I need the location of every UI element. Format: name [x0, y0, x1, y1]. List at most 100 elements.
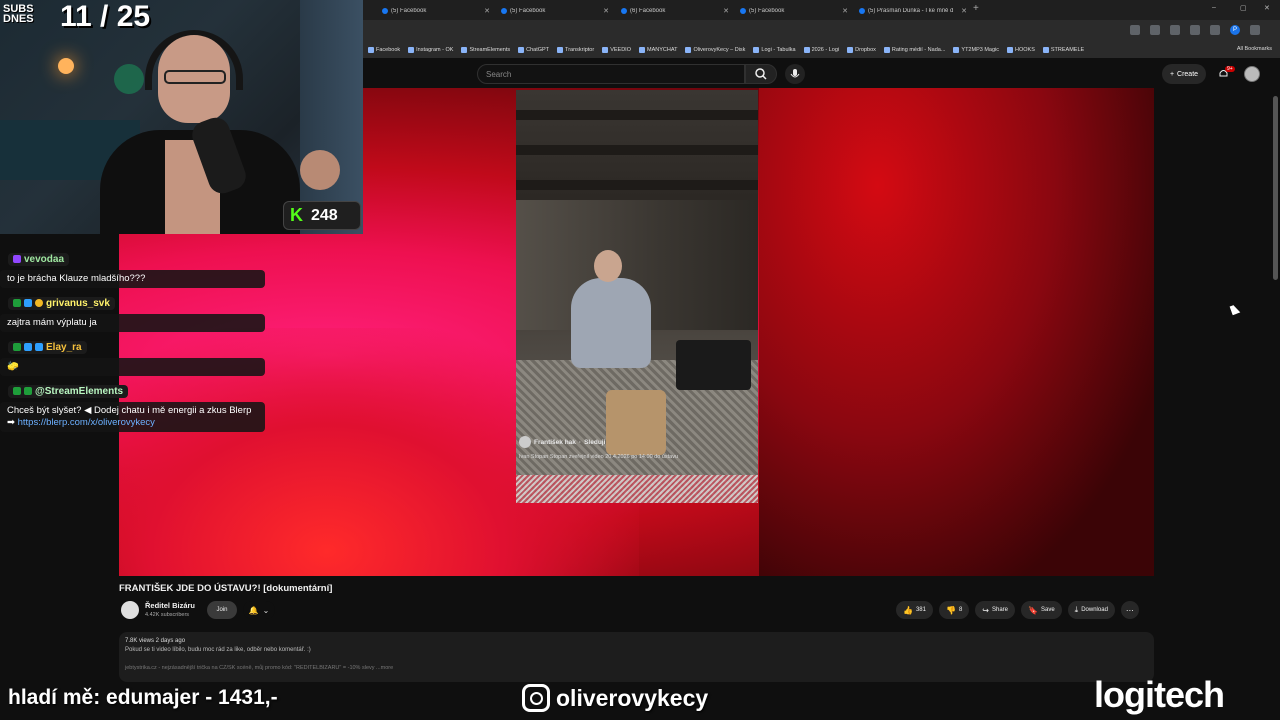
separator: ·: [578, 438, 582, 446]
share-button[interactable]: ↪ Share: [975, 601, 1016, 619]
browser-tab[interactable]: (6) Facebook ✕: [617, 3, 733, 18]
bookmark[interactable]: StreamElements: [461, 47, 510, 53]
bookmark[interactable]: STREAMELE: [1042, 47, 1085, 53]
close-tab-icon[interactable]: ✕: [961, 7, 967, 15]
chat-username: vevodaa: [8, 252, 70, 266]
bookmark[interactable]: HOOKS: [1007, 47, 1035, 53]
join-button[interactable]: Join: [207, 601, 237, 619]
bookmark-icon: [1042, 47, 1049, 53]
kick-viewer-count: K 248: [283, 201, 361, 230]
bookmark-label: ChatGPT: [526, 47, 550, 53]
star-icon[interactable]: [1170, 25, 1180, 35]
close-tab-icon[interactable]: ✕: [603, 7, 609, 15]
tab-label: (5) Facebook: [510, 7, 546, 14]
minimize-icon[interactable]: –: [1212, 4, 1216, 11]
bookmark[interactable]: 2026 - Logi: [803, 47, 839, 53]
facebook-icon: [859, 7, 865, 14]
search-input[interactable]: Search: [477, 64, 745, 84]
account-avatar[interactable]: [1244, 66, 1260, 82]
like-button[interactable]: 👍 381: [896, 601, 933, 619]
browser-tab[interactable]: (5) Facebook ✕: [736, 3, 852, 18]
kick-icon: K: [290, 205, 303, 225]
bookmark-icon: [685, 47, 692, 53]
bookmark[interactable]: OliverovyKecy – Disk: [685, 47, 745, 53]
browser-tab[interactable]: (5) Prasman Dunka - I ke mně d ✕: [855, 3, 971, 18]
bookmark-label: OliverovyKecy – Disk: [693, 47, 746, 53]
search-button[interactable]: [745, 64, 777, 84]
bookmark-icon: [883, 47, 890, 53]
bookmark[interactable]: ChatGPT: [518, 47, 549, 53]
chat-message: Elay_ra 🧽: [0, 338, 265, 376]
new-tab-button[interactable]: +: [973, 3, 979, 14]
bookmark-label: Transkriptor: [565, 47, 595, 53]
close-tab-icon[interactable]: ✕: [723, 7, 729, 15]
black-tub: [676, 340, 751, 390]
bookmark-icon: [602, 47, 609, 53]
profile-icon[interactable]: P: [1230, 25, 1240, 35]
close-window-icon[interactable]: ✕: [1264, 4, 1270, 12]
menu-icon[interactable]: [1250, 25, 1260, 35]
download-button[interactable]: ⤓ Download: [1067, 601, 1115, 619]
dislike-button[interactable]: 👎 8: [938, 601, 970, 619]
cast-icon[interactable]: [1150, 25, 1160, 35]
tab-label: (5) Facebook: [749, 7, 785, 14]
bookmark[interactable]: Instagram - OK: [408, 47, 453, 53]
close-tab-icon[interactable]: ✕: [842, 7, 848, 15]
description-box[interactable]: 7.8K views 2 days ago Pokud se ti video …: [119, 632, 1154, 682]
gift-badge-icon: [24, 299, 32, 307]
bookmark-label: STREAMELE: [1050, 47, 1085, 53]
browser-tab[interactable]: (5) Facebook ✕: [497, 3, 613, 18]
fb-description: Ivan Stopan Stopan zveřejnil video 20.4.…: [519, 454, 679, 460]
bell-icon: 🔔: [248, 605, 259, 615]
chat-text: Chceš být slyšet? ◀ Dodej chatu i mě ene…: [0, 402, 265, 432]
bookmark[interactable]: VEEDIO: [602, 47, 631, 53]
extensions-icon[interactable]: [1190, 25, 1200, 35]
translate-icon[interactable]: [1130, 25, 1140, 35]
channel-name[interactable]: Ředitel Bizáru: [145, 601, 195, 610]
green-light: [114, 64, 144, 94]
maximize-icon[interactable]: ▢: [1240, 4, 1247, 12]
bookmark-label: VEEDIO: [610, 47, 631, 53]
bookmark-icon: [953, 47, 960, 53]
bookmark[interactable]: Dropbox: [847, 47, 876, 53]
username-text: @StreamElements: [35, 385, 124, 397]
bookmark[interactable]: Logi - Tabulka: [753, 47, 796, 53]
bookmark-label: Rating médií - Nada...: [891, 47, 946, 53]
download-label: Download: [1081, 607, 1108, 613]
bookmark-icon: [638, 47, 645, 53]
more-actions-button[interactable]: ⋯: [1120, 601, 1139, 619]
save-button[interactable]: 🔖 Save: [1021, 601, 1062, 619]
notification-badge: 9+: [1225, 66, 1235, 72]
bookmark[interactable]: Transkriptor: [557, 47, 594, 53]
page-scrollbar[interactable]: [1273, 96, 1278, 280]
bookmark[interactable]: MANYCHAT: [638, 47, 678, 53]
bookmark-icon: [408, 47, 415, 53]
chat-link[interactable]: https://blerp.com/x/oliverovykecy: [18, 417, 155, 428]
sidepanel-icon[interactable]: [1210, 25, 1220, 35]
bookmark-icon: [518, 47, 525, 53]
username-text: Elay_ra: [46, 341, 82, 353]
views-and-date: 7.8K views 2 days ago: [125, 638, 186, 644]
bookmark[interactable]: Facebook: [368, 47, 400, 53]
create-button[interactable]: + Create: [1162, 64, 1206, 84]
chat-username: grivanus_svk: [8, 296, 115, 310]
chevron-down-icon: ⌄: [262, 605, 270, 615]
download-icon: ⤓: [1074, 605, 1079, 614]
search-icon: [755, 68, 767, 80]
description-text: Pokud se ti video líbilo, budu moc rád z…: [125, 647, 311, 653]
bookmark-label: MANYCHAT: [646, 47, 678, 53]
bookmark[interactable]: Rating médií - Nada...: [883, 47, 946, 53]
bookmark[interactable]: YT2MP3 Magic: [953, 47, 999, 53]
bookmark-label: StreamElements: [469, 47, 511, 53]
voice-search-button[interactable]: [785, 64, 805, 84]
close-tab-icon[interactable]: ✕: [484, 7, 490, 15]
all-bookmarks-button[interactable]: All Bookmarks: [1237, 46, 1272, 52]
today-label: DNES: [3, 13, 34, 25]
browser-tab[interactable]: (5) Facebook ✕: [378, 3, 494, 18]
facebook-icon: [740, 7, 746, 14]
subscribed-button[interactable]: 🔔 ⌄: [243, 601, 275, 619]
channel-avatar[interactable]: [121, 601, 139, 619]
curtain: [300, 0, 363, 234]
facebook-overlay: František hak · Sleduji Ivan Stopan Stop…: [519, 436, 757, 460]
chat-text: 🧽: [0, 358, 265, 376]
